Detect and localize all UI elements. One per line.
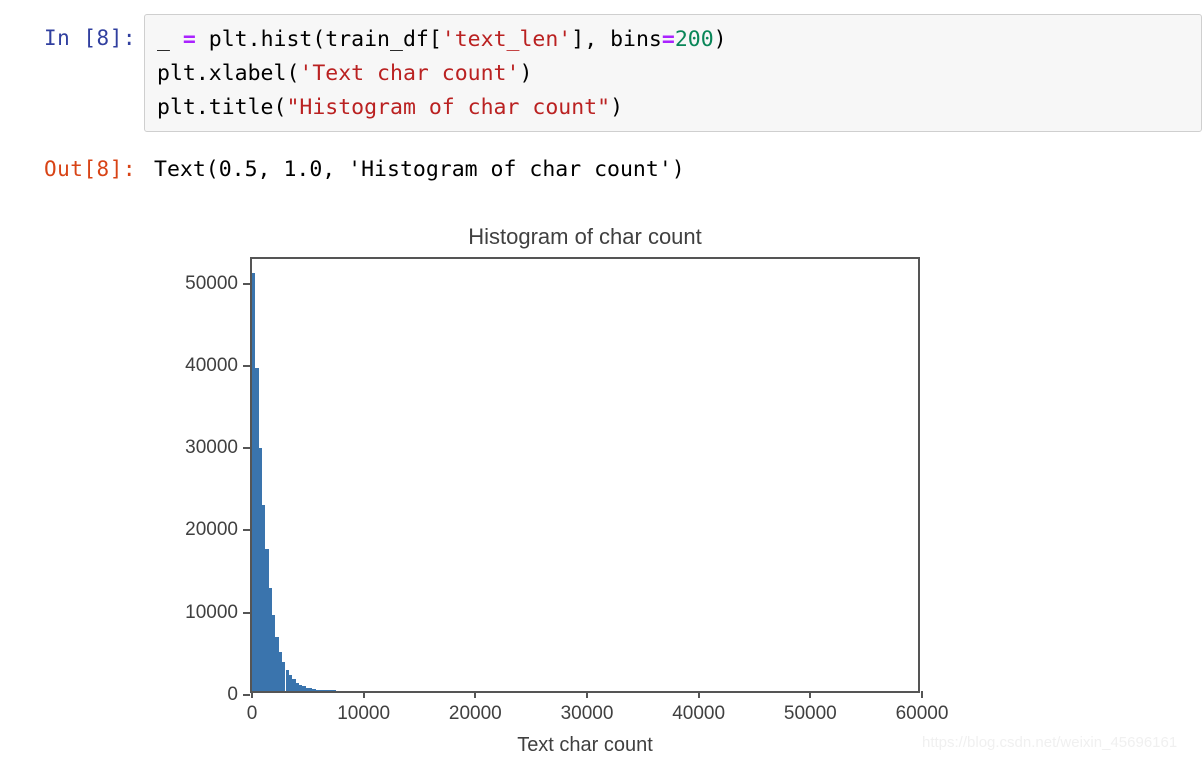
code-cell[interactable]: _ = plt.hist(train_df['text_len'], bins=…	[144, 14, 1202, 132]
code-token: "Histogram of char count"	[286, 95, 611, 120]
matplotlib-figure: Histogram of char count 0 10000 20000 30000…	[0, 210, 1202, 764]
x-tick-label: 60000	[895, 703, 949, 724]
code-token: )	[713, 27, 727, 52]
code-token: _	[157, 27, 183, 52]
code-line: plt.title("Histogram of char count")	[157, 91, 1201, 125]
y-tick-mark	[243, 447, 250, 450]
histogram-bar	[332, 690, 336, 691]
code-token: =	[182, 27, 196, 52]
output-prompt-label: Out[8]:	[43, 157, 136, 181]
x-tick-mark	[362, 691, 365, 698]
x-tick-label: 40000	[672, 703, 726, 724]
x-tick-mark	[474, 691, 477, 698]
y-tick-mark	[243, 694, 250, 696]
y-tick-label: 30000	[185, 437, 238, 459]
code-line: _ = plt.hist(train_df['text_len'], bins=…	[157, 23, 1201, 57]
x-tick-mark	[697, 691, 700, 698]
x-tick-label: 10000	[337, 703, 391, 724]
code-token: )	[610, 95, 624, 120]
x-tick-mark	[251, 691, 253, 698]
y-tick-mark	[243, 529, 250, 532]
input-prompt-label: In [8]:	[43, 26, 136, 50]
code-token: plt.xlabel(	[157, 61, 300, 86]
x-tick-mark	[809, 691, 812, 698]
x-tick-label: 0	[246, 703, 258, 724]
code-token: plt.hist(train_df[	[195, 27, 442, 52]
notebook-page: In [8]: _ = plt.hist(train_df['text_len'…	[0, 0, 1202, 764]
y-tick-label: 40000	[185, 354, 238, 376]
code-token: 'text_len'	[441, 27, 572, 52]
code-token: )	[519, 61, 533, 86]
y-tick-label: 20000	[185, 519, 238, 541]
x-tick-label: 20000	[448, 703, 502, 724]
watermark-text: https://blog.csdn.net/weixin_45696161	[922, 734, 1178, 751]
output-text: Text(0.5, 1.0, 'Histogram of char count'…	[154, 157, 685, 182]
y-tick-label: 10000	[185, 601, 238, 623]
x-tick-mark	[921, 691, 923, 698]
x-tick-label: 50000	[783, 703, 837, 724]
code-token: plt.title(	[157, 95, 287, 120]
y-tick-label: 50000	[185, 272, 238, 294]
code-token: ], bins	[571, 27, 662, 52]
y-tick-mark	[243, 282, 250, 285]
x-axis-label: Text char count	[517, 734, 653, 756]
histogram-bars	[252, 259, 918, 691]
code-token: 200	[674, 27, 714, 52]
code-token: =	[661, 27, 675, 52]
y-tick-label: 0	[227, 684, 238, 705]
chart-axes: 0 10000 20000 30000 40000 50000 0 10000 20000 30…	[185, 257, 948, 724]
x-tick-mark	[586, 691, 588, 698]
code-line: plt.xlabel('Text char count')	[157, 57, 1201, 91]
y-tick-mark	[243, 364, 250, 367]
x-tick-label: 30000	[560, 703, 614, 724]
code-token: 'Text char count'	[299, 61, 520, 86]
y-tick-mark	[243, 611, 250, 614]
chart-title: Histogram of char count	[468, 224, 702, 249]
